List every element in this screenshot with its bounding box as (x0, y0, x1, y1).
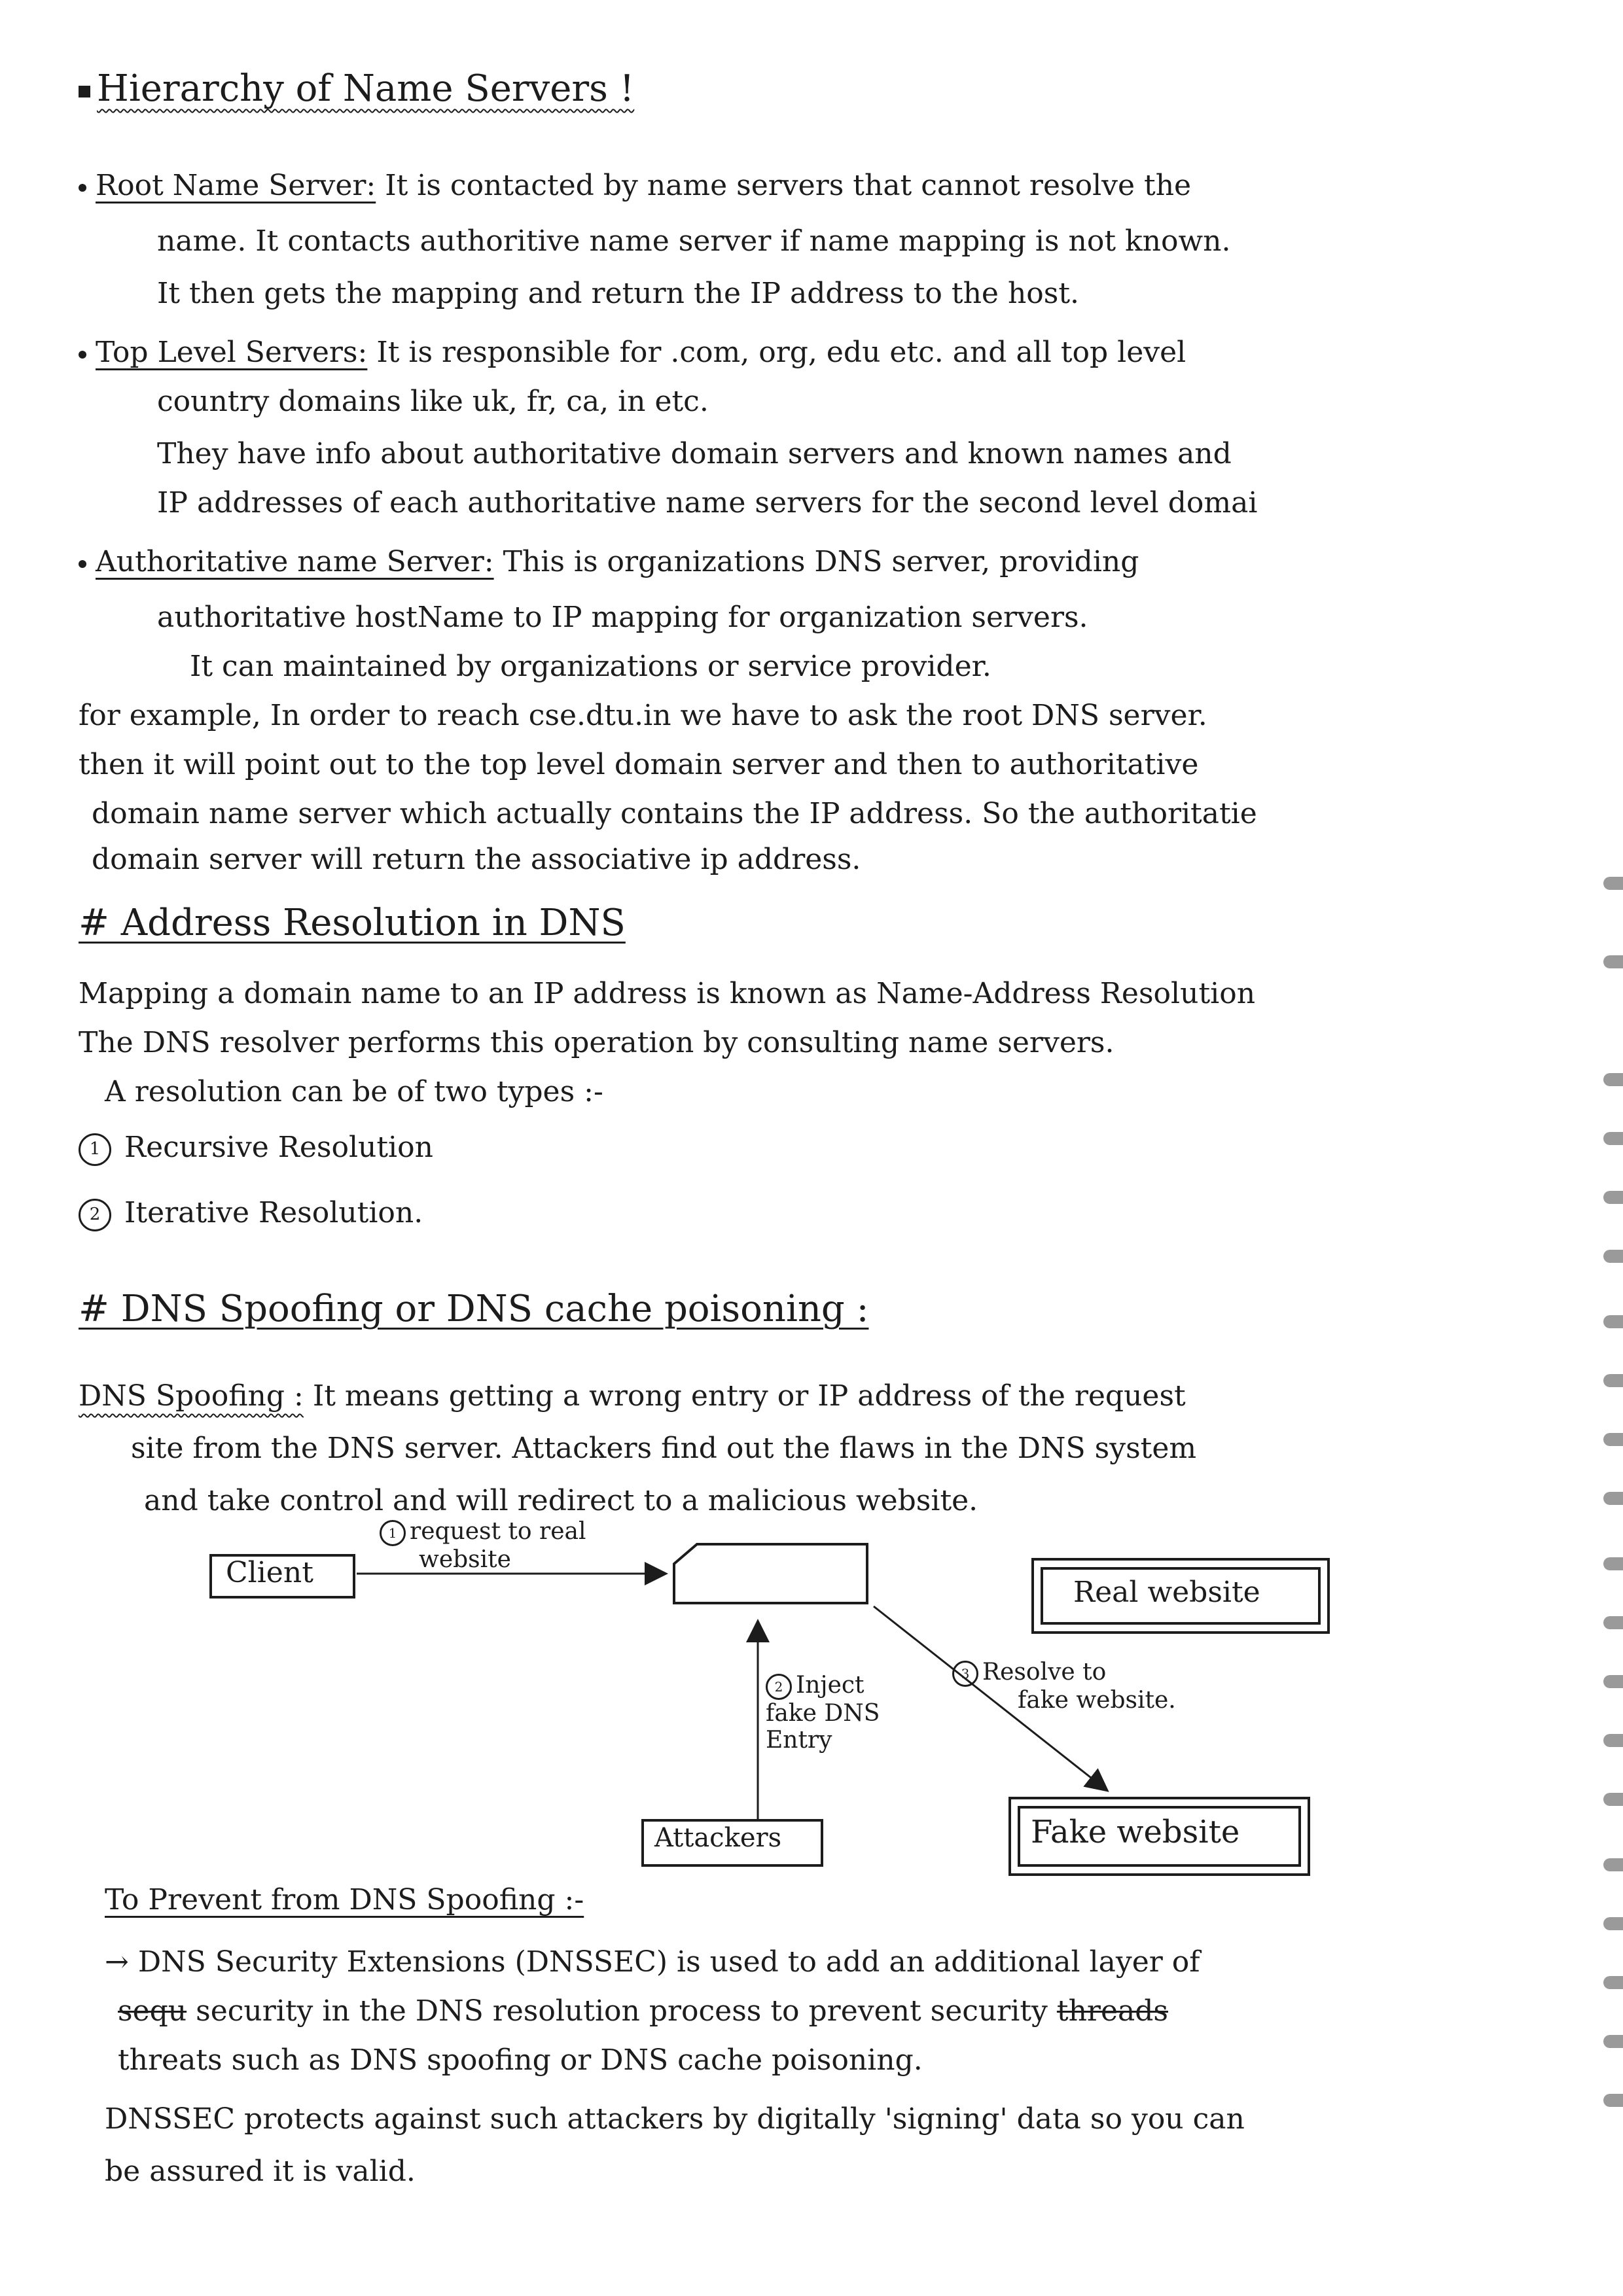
client-label: Client (226, 1556, 313, 1589)
dns-server-box (673, 1543, 868, 1604)
real-website-label: Real website (1073, 1576, 1260, 1609)
step2-label: 2 Inject fake DNS Entry (766, 1672, 880, 1754)
step1-label: 1 request to real website (380, 1518, 586, 1573)
arrow-bullet-icon: → (105, 1945, 129, 1979)
prevention-line-3: threats such as DNS spoofing or DNS cach… (118, 2043, 923, 2077)
prevention-line-1: → DNS Security Extensions (DNSSEC) is us… (105, 1945, 1200, 1979)
prevention-line-4: DNSSEC protects against such attackers b… (105, 2102, 1245, 2136)
circled-number-icon: 3 (952, 1661, 978, 1687)
prevention-heading: To Prevent from DNS Spoofing :- (105, 1883, 584, 1916)
prevention-line-2: sequ security in the DNS resolution proc… (118, 1994, 1168, 2028)
circled-number-icon: 2 (766, 1674, 792, 1700)
circled-number-icon: 1 (380, 1520, 406, 1546)
fake-website-label: Fake website (1031, 1814, 1240, 1850)
attackers-label: Attackers (654, 1823, 782, 1853)
notebook-page: Hierarchy of Name Servers ! Root Name Se… (0, 0, 1623, 2296)
step3-label: 3 Resolve to fake website. (952, 1659, 1176, 1714)
prevention-line-5: be assured it is valid. (105, 2155, 416, 2188)
